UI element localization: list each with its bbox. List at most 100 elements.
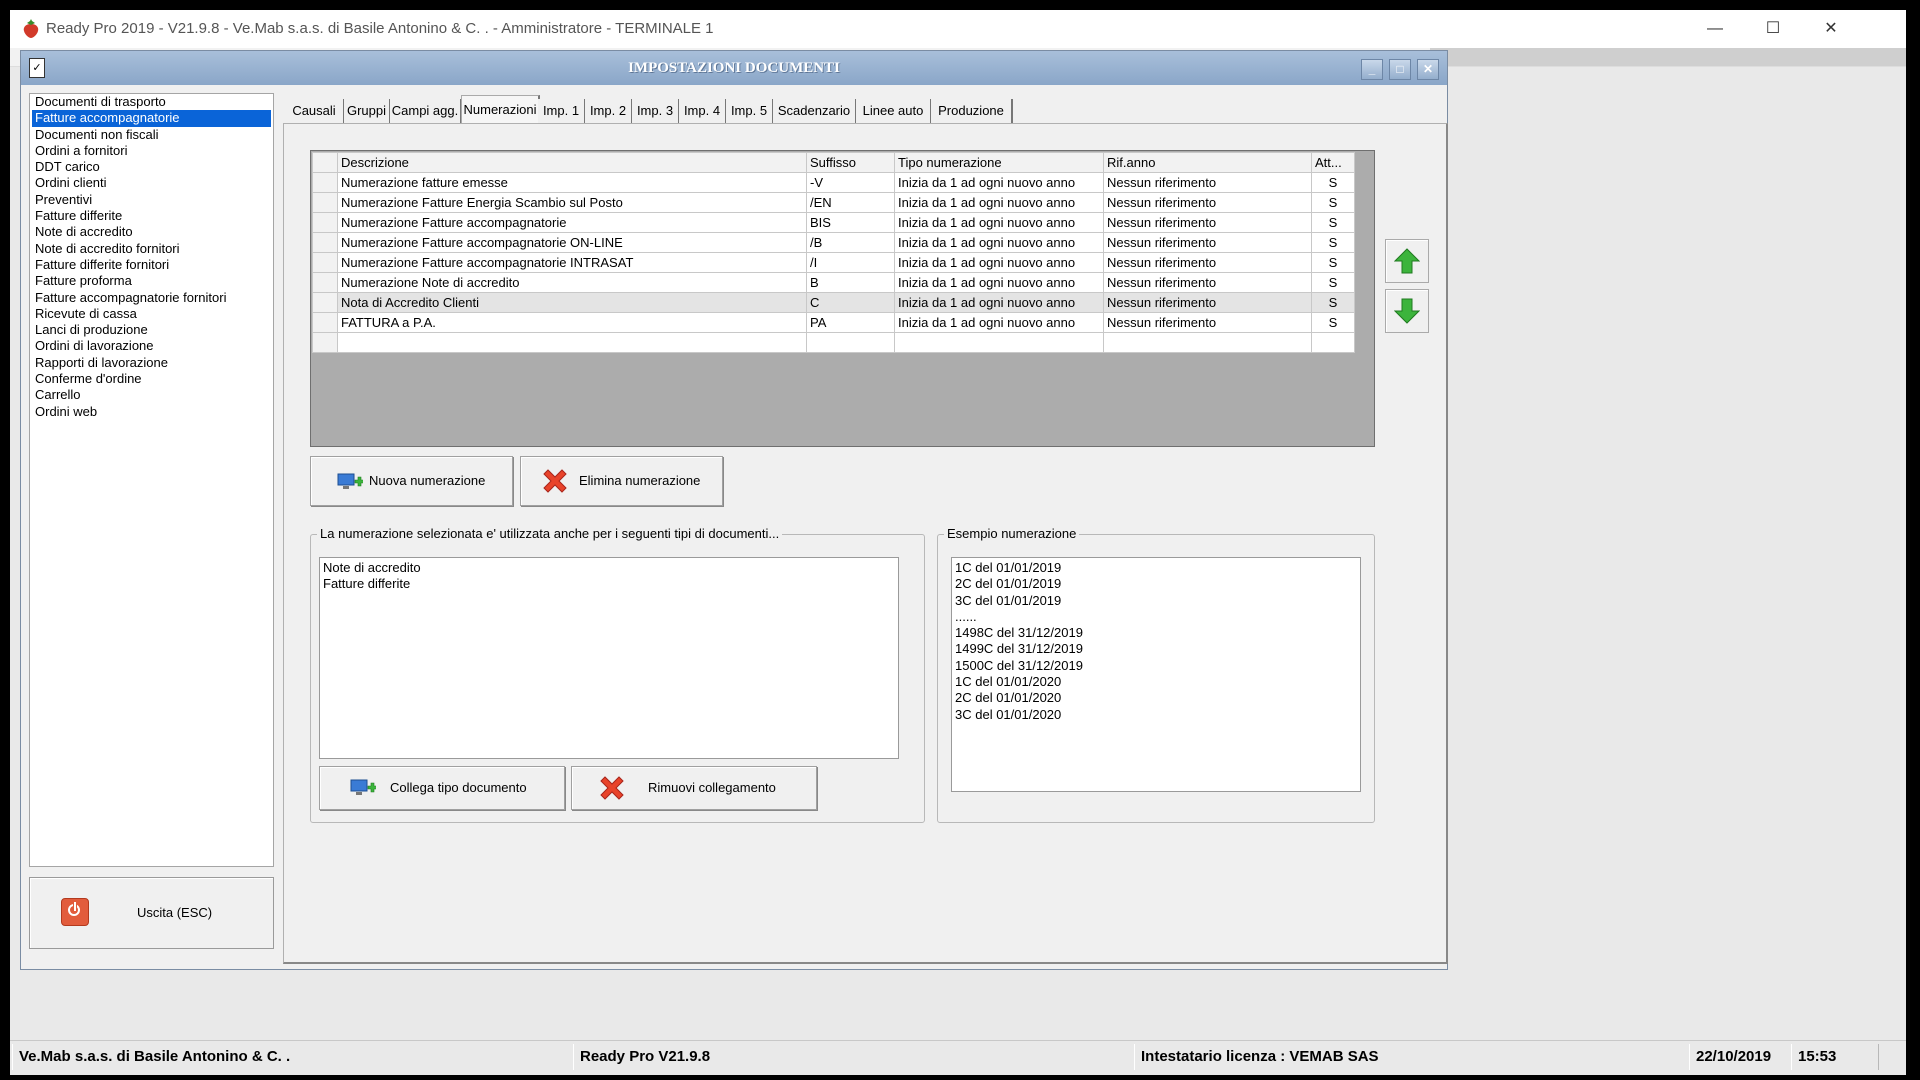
column-header-rif-anno[interactable]: Rif.anno xyxy=(1103,152,1312,173)
cell-att[interactable]: S xyxy=(1311,192,1355,213)
cell-descrizione[interactable]: Numerazione fatture emesse xyxy=(337,172,807,193)
document-type-item-note-di-accredito[interactable]: Note di accredito xyxy=(32,224,271,240)
cell-descrizione[interactable]: Nota di Accredito Clienti xyxy=(337,292,807,313)
cell-rif-anno[interactable]: Nessun riferimento xyxy=(1103,312,1312,333)
tab-produzione[interactable]: Produzione xyxy=(931,99,1013,123)
linked-documents-list[interactable]: Note di accredito Fatture differite xyxy=(319,557,899,759)
document-type-item-documenti-non-fiscali[interactable]: Documenti non fiscali xyxy=(32,127,271,143)
cell-descrizione[interactable]: Numerazione Fatture accompagnatorie ON-L… xyxy=(337,232,807,253)
cell-descrizione[interactable]: Numerazione Fatture Energia Scambio sul … xyxy=(337,192,807,213)
empty-cell[interactable] xyxy=(894,332,1104,353)
table-row[interactable]: Numerazione Fatture accompagnatorie INTR… xyxy=(312,252,1355,273)
link-document-type-button[interactable]: Collega tipo documento xyxy=(319,766,565,810)
cell-tipo-numerazione[interactable]: Inizia da 1 ad ogni nuovo anno xyxy=(894,232,1104,253)
table-row[interactable]: Numerazione Fatture accompagnatorie ON-L… xyxy=(312,232,1355,253)
cell-att[interactable]: S xyxy=(1311,252,1355,273)
column-header-tipo-numerazione[interactable]: Tipo numerazione xyxy=(894,152,1104,173)
row-indicator[interactable] xyxy=(312,192,338,213)
tab-gruppi[interactable]: Gruppi xyxy=(344,99,391,123)
dialog-close-button[interactable]: ✕ xyxy=(1417,59,1439,80)
table-row[interactable]: Numerazione Note di accredito B Inizia da … xyxy=(312,272,1355,293)
cell-tipo-numerazione[interactable]: Inizia da 1 ad ogni nuovo anno xyxy=(894,252,1104,273)
cell-att[interactable]: S xyxy=(1311,272,1355,293)
row-indicator[interactable] xyxy=(312,212,338,233)
tab-imp-1[interactable]: Imp. 1 xyxy=(538,99,586,123)
cell-descrizione[interactable]: Numerazione Note di accredito xyxy=(337,272,807,293)
tab-numerazioni[interactable]: Numerazioni xyxy=(461,95,540,124)
empty-cell[interactable] xyxy=(312,332,338,353)
exit-button[interactable]: Uscita (ESC) xyxy=(29,877,274,949)
cell-descrizione[interactable]: FATTURA a P.A. xyxy=(337,312,807,333)
document-type-item-ordini-di-lavorazione[interactable]: Ordini di lavorazione xyxy=(32,338,271,354)
table-row[interactable]: Numerazione Fatture accompagnatorie BIS In… xyxy=(312,212,1355,233)
new-row-placeholder[interactable] xyxy=(312,332,1355,353)
cell-suffisso[interactable]: -V xyxy=(806,172,895,193)
cell-tipo-numerazione[interactable]: Inizia da 1 ad ogni nuovo anno xyxy=(894,292,1104,313)
cell-rif-anno[interactable]: Nessun riferimento xyxy=(1103,252,1312,273)
cell-suffisso[interactable]: /EN xyxy=(806,192,895,213)
linked-document-item[interactable]: Fatture differite xyxy=(320,576,898,592)
document-type-item-ordini-a-fornitori[interactable]: Ordini a fornitori xyxy=(32,143,271,159)
remove-link-button[interactable]: Rimuovi collegamento xyxy=(571,766,817,810)
table-row[interactable]: FATTURA a P.A. PA Inizia da 1 ad ogni nuov… xyxy=(312,312,1355,333)
cell-att[interactable]: S xyxy=(1311,232,1355,253)
minimize-window-button[interactable]: — xyxy=(1686,10,1744,48)
table-row[interactable]: Nota di Accredito Clienti C Inizia da 1 ad… xyxy=(312,292,1355,313)
tab-imp-2[interactable]: Imp. 2 xyxy=(585,99,633,123)
cell-suffisso[interactable]: B xyxy=(806,272,895,293)
cell-suffisso[interactable]: BIS xyxy=(806,212,895,233)
document-type-item-ricevute-di-cassa[interactable]: Ricevute di cassa xyxy=(32,306,271,322)
document-type-item-fatture-accompagnatorie[interactable]: Fatture accompagnatorie xyxy=(32,110,271,127)
document-type-item-preventivi[interactable]: Preventivi xyxy=(32,192,271,208)
row-indicator[interactable] xyxy=(312,172,338,193)
cell-suffisso[interactable]: PA xyxy=(806,312,895,333)
document-type-item-conferme-d-ordine[interactable]: Conferme d'ordine xyxy=(32,371,271,387)
empty-cell[interactable] xyxy=(806,332,895,353)
row-indicator[interactable] xyxy=(312,252,338,273)
cell-tipo-numerazione[interactable]: Inizia da 1 ad ogni nuovo anno xyxy=(894,272,1104,293)
new-numbering-button[interactable]: Nuova numerazione xyxy=(310,456,513,506)
document-type-item-fatture-differite-fornitori[interactable]: Fatture differite fornitori xyxy=(32,257,271,273)
dialog-minimize-button[interactable]: _ xyxy=(1361,59,1383,80)
column-header-descrizione[interactable]: Descrizione xyxy=(337,152,807,173)
delete-numbering-button[interactable]: Elimina numerazione xyxy=(520,456,723,506)
cell-att[interactable]: S xyxy=(1311,292,1355,313)
document-type-item-fatture-accompagnatorie-fornitori[interactable]: Fatture accompagnatorie fornitori xyxy=(32,290,271,306)
row-indicator[interactable] xyxy=(312,232,338,253)
cell-rif-anno[interactable]: Nessun riferimento xyxy=(1103,272,1312,293)
cell-att[interactable]: S xyxy=(1311,212,1355,233)
row-indicator[interactable] xyxy=(312,292,338,313)
column-header-att[interactable]: Att... xyxy=(1311,152,1355,173)
document-type-item-ddt-carico[interactable]: DDT carico xyxy=(32,159,271,175)
empty-cell[interactable] xyxy=(1103,332,1312,353)
tab-imp-4[interactable]: Imp. 4 xyxy=(679,99,727,123)
document-type-item-carrello[interactable]: Carrello xyxy=(32,387,271,403)
linked-document-item[interactable]: Note di accredito xyxy=(320,560,898,576)
document-type-item-ordini-clienti[interactable]: Ordini clienti xyxy=(32,175,271,191)
cell-tipo-numerazione[interactable]: Inizia da 1 ad ogni nuovo anno xyxy=(894,192,1104,213)
document-type-item-documenti-di-trasporto[interactable]: Documenti di trasporto xyxy=(32,94,271,110)
document-type-item-note-di-accredito-fornitori[interactable]: Note di accredito fornitori xyxy=(32,241,271,257)
tab-scadenzario[interactable]: Scadenzario xyxy=(773,99,857,123)
tab-imp-5[interactable]: Imp. 5 xyxy=(726,99,774,123)
tab-linee-auto[interactable]: Linee auto xyxy=(856,99,932,123)
cell-rif-anno[interactable]: Nessun riferimento xyxy=(1103,232,1312,253)
tab-campi-agg[interactable]: Campi agg. xyxy=(390,99,462,123)
cell-tipo-numerazione[interactable]: Inizia da 1 ad ogni nuovo anno xyxy=(894,212,1104,233)
row-indicator[interactable] xyxy=(312,272,338,293)
move-up-button[interactable] xyxy=(1385,239,1429,283)
dialog-maximize-button[interactable]: □ xyxy=(1389,59,1411,80)
tab-imp-3[interactable]: Imp. 3 xyxy=(632,99,680,123)
column-header-suffisso[interactable]: Suffisso xyxy=(806,152,895,173)
cell-tipo-numerazione[interactable]: Inizia da 1 ad ogni nuovo anno xyxy=(894,172,1104,193)
move-down-button[interactable] xyxy=(1385,289,1429,333)
document-type-item-ordini-web[interactable]: Ordini web xyxy=(32,404,271,420)
cell-suffisso[interactable]: /B xyxy=(806,232,895,253)
cell-descrizione[interactable]: Numerazione Fatture accompagnatorie xyxy=(337,212,807,233)
document-type-item-rapporti-di-lavorazione[interactable]: Rapporti di lavorazione xyxy=(32,355,271,371)
table-row[interactable]: Numerazione fatture emesse -V Inizia da 1 … xyxy=(312,172,1355,193)
empty-cell[interactable] xyxy=(1311,332,1355,353)
cell-att[interactable]: S xyxy=(1311,312,1355,333)
cell-tipo-numerazione[interactable]: Inizia da 1 ad ogni nuovo anno xyxy=(894,312,1104,333)
empty-cell[interactable] xyxy=(337,332,807,353)
